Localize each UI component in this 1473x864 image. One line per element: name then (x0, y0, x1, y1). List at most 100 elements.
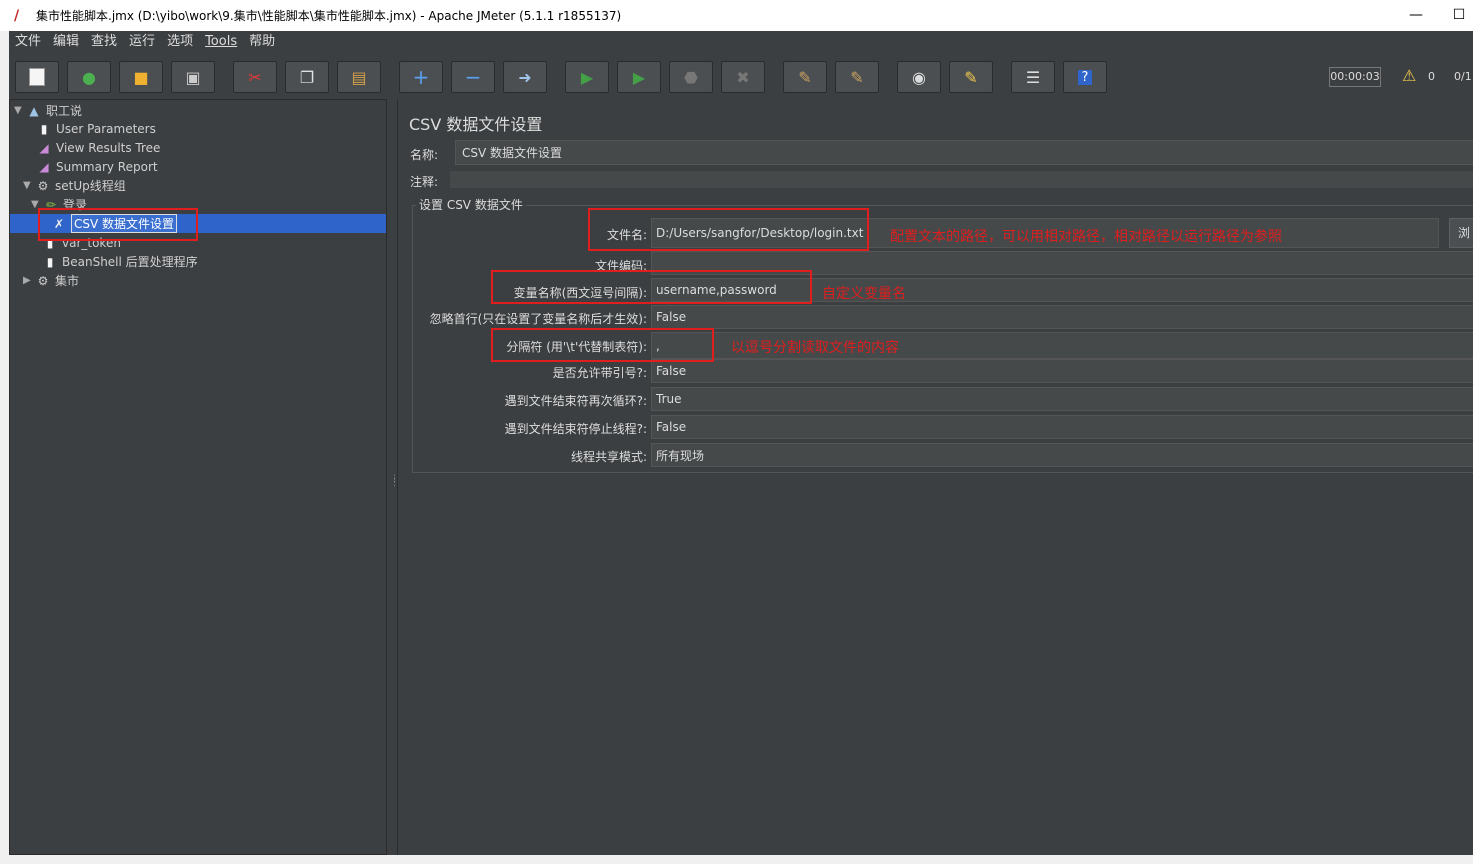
shutdown-icon: ✖ (736, 67, 750, 87)
toggle-button[interactable]: ➜ (503, 61, 547, 93)
menu-file[interactable]: 文件 (9, 31, 47, 53)
group-title: 设置 CSV 数据文件 (416, 196, 526, 213)
csv-config-panel: CSV 数据文件设置 名称: CSV 数据文件设置 注释: 设置 CSV 数据文… (397, 99, 1473, 855)
menu-tools[interactable]: Tools (199, 31, 243, 53)
split-pane-divider[interactable]: ⋮ ⋮ (388, 99, 399, 855)
expand-arrow-icon[interactable]: ▶ (23, 275, 35, 286)
comment-input[interactable] (450, 171, 1473, 188)
tree-node-setup-thread-group[interactable]: ▼ ⚙ setUp线程组 (23, 176, 126, 195)
new-file-icon (29, 68, 45, 86)
window-title: 集市性能脚本.jmx (D:\yibo\work\9.集市\性能脚本\集市性能脚… (36, 9, 622, 23)
plus-icon: + (412, 65, 430, 89)
tree-node-label: User Parameters (56, 121, 156, 136)
help-icon: ? (1077, 69, 1093, 85)
menu-options[interactable]: 选项 (161, 31, 199, 53)
stop-button[interactable]: ⬣ (669, 61, 713, 93)
annotation-delimiter-note: 以逗号分割读取文件的内容 (731, 340, 899, 356)
clear-all-button[interactable]: ✎ (835, 61, 879, 93)
templates-icon: ● (82, 67, 96, 87)
postprocessor-icon: ▮ (46, 254, 54, 269)
templates-button[interactable]: ● (67, 61, 111, 93)
menu-help[interactable]: 帮助 (243, 31, 281, 53)
list-icon: ☰ (1025, 67, 1041, 87)
new-button[interactable] (15, 61, 59, 93)
tree-node-testplan[interactable]: ▼ ▲ 职工说 (14, 101, 82, 120)
minimize-button[interactable]: — (1406, 6, 1426, 26)
testplan-icon: ▲ (29, 103, 39, 118)
config-icon: ▮ (40, 121, 48, 136)
paste-icon: ▤ (351, 67, 367, 87)
ignore-first-line-select[interactable]: False (651, 305, 1473, 329)
menu-edit[interactable]: 编辑 (47, 31, 85, 53)
annotation-box-filename (588, 208, 869, 251)
recycle-on-eof-select[interactable]: True (651, 387, 1473, 411)
play-icon: ▶ (580, 67, 594, 87)
allow-quoted-select[interactable]: False (651, 359, 1473, 383)
annotation-varname-note: 自定义变量名 (822, 286, 906, 302)
test-plan-tree: ▼ ▲ 职工说 ▮ User Parameters ◢ View Results… (9, 99, 387, 855)
copy-icon: ❐ (299, 67, 315, 87)
stop-thread-on-eof-label: 遇到文件结束符停止线程?: (504, 422, 647, 436)
tree-node-summary-report[interactable]: ◢ Summary Report (36, 157, 158, 176)
tree-node-user-parameters[interactable]: ▮ User Parameters (36, 119, 156, 138)
paste-button[interactable]: ▤ (337, 61, 381, 93)
tree-node-beanshell-postprocessor[interactable]: ▮ BeanShell 后置处理程序 (42, 252, 198, 271)
stop-thread-on-eof-select[interactable]: False (651, 415, 1473, 439)
tree-node-label: 集市 (55, 274, 80, 288)
toggle-icon: ➜ (518, 67, 532, 87)
warning-icon[interactable]: ⚠ (1402, 66, 1416, 85)
open-folder-icon: ■ (133, 67, 149, 87)
function-helper-button[interactable]: ☰ (1011, 61, 1055, 93)
listener-icon: ◢ (39, 159, 49, 174)
menu-run[interactable]: 运行 (123, 31, 161, 53)
tree-node-view-results-tree[interactable]: ◢ View Results Tree (36, 138, 160, 157)
expand-arrow-icon[interactable]: ▼ (14, 105, 26, 116)
binoculars-icon: ◉ (912, 67, 926, 87)
open-button[interactable]: ■ (119, 61, 163, 93)
panel-title: CSV 数据文件设置 (409, 115, 543, 134)
tree-node-label: 职工说 (46, 104, 83, 118)
minus-icon: − (464, 65, 482, 89)
browse-button[interactable]: 浏 (1449, 218, 1473, 248)
warning-count: 0 (1428, 70, 1435, 83)
expand-arrow-icon[interactable]: ▼ (23, 180, 35, 191)
broom-icon: ✎ (798, 67, 812, 87)
elapsed-timer: 00:00:03 (1329, 67, 1381, 87)
bottom-strip (0, 855, 1473, 864)
copy-button[interactable]: ❐ (285, 61, 329, 93)
stop-icon: ⬣ (684, 67, 698, 87)
window-titlebar: / 集市性能脚本.jmx (D:\yibo\work\9.集市\性能脚本\集市性… (0, 0, 1473, 31)
search-button[interactable]: ◉ (897, 61, 941, 93)
collapse-button[interactable]: − (451, 61, 495, 93)
maximize-button[interactable]: ☐ (1449, 6, 1469, 26)
cut-button[interactable]: ✂ (233, 61, 277, 93)
tree-node-label: setUp线程组 (55, 179, 126, 193)
help-button[interactable]: ? (1063, 61, 1107, 93)
broom-all-icon: ✎ (850, 67, 864, 87)
reset-search-icon: ✎ (964, 67, 978, 87)
reset-search-button[interactable]: ✎ (949, 61, 993, 93)
shutdown-button[interactable]: ✖ (721, 61, 765, 93)
start-button[interactable]: ▶ (565, 61, 609, 93)
active-thread-count: 0/1 (1454, 70, 1472, 83)
sharing-mode-select[interactable]: 所有现场 (651, 443, 1473, 467)
menu-bar: 文件 编辑 查找 运行 选项 Tools 帮助 (9, 31, 1473, 53)
listener-icon: ◢ (39, 140, 49, 155)
allow-quoted-label: 是否允许带引号?: (552, 366, 647, 380)
expand-button[interactable]: + (399, 61, 443, 93)
name-input[interactable]: CSV 数据文件设置 (455, 140, 1473, 165)
gear-icon: ⚙ (37, 178, 49, 193)
name-label: 名称: (410, 148, 439, 162)
ignore-first-line-label: 忽略首行(只在设置了变量名称后才生效): (429, 312, 647, 326)
save-button[interactable]: ▣ (171, 61, 215, 93)
comment-label: 注释: (410, 175, 439, 189)
recycle-on-eof-label: 遇到文件结束符再次循环?: (504, 394, 647, 408)
tree-node-label: Summary Report (56, 159, 158, 174)
menu-search[interactable]: 查找 (85, 31, 123, 53)
cut-icon: ✂ (248, 67, 262, 87)
tree-node-jishi-thread-group[interactable]: ▶ ⚙ 集市 (23, 271, 79, 290)
annotation-box-csv-node (38, 208, 198, 241)
background-window-strip (0, 31, 9, 864)
clear-button[interactable]: ✎ (783, 61, 827, 93)
start-no-pauses-button[interactable]: ▶ (617, 61, 661, 93)
